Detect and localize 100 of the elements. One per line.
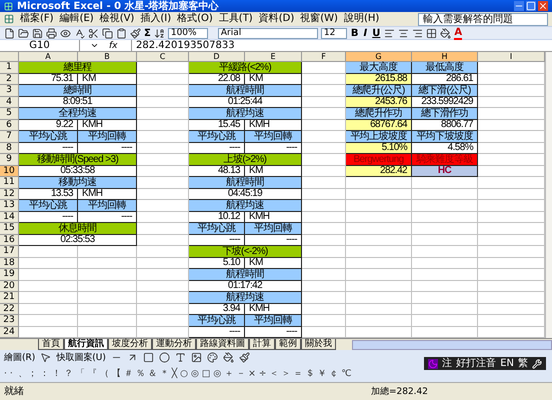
align-right-icon[interactable] xyxy=(412,28,424,38)
row-header[interactable]: 12 xyxy=(0,188,19,200)
symbol-button[interactable]: 『 xyxy=(88,368,97,378)
symbol-button[interactable]: ＝ xyxy=(293,368,302,378)
column-header[interactable]: B xyxy=(78,52,137,62)
oval-icon[interactable] xyxy=(158,352,170,363)
row-header[interactable]: 22 xyxy=(0,304,19,315)
symbol-button[interactable]: ％ xyxy=(136,368,145,378)
row-header[interactable]: 10 xyxy=(0,166,19,177)
row-header[interactable]: 19 xyxy=(0,269,19,280)
symbol-button[interactable]: ＋ xyxy=(224,368,234,378)
row-header[interactable]: 17 xyxy=(0,246,19,258)
line-color-icon[interactable] xyxy=(238,352,250,363)
ime-language[interactable]: EN xyxy=(500,358,514,369)
row-header[interactable]: 2 xyxy=(0,74,19,85)
row-header[interactable]: 11 xyxy=(0,177,19,188)
folder-icon[interactable] xyxy=(18,28,29,38)
sheet-tab[interactable]: 航行資訊 xyxy=(64,339,108,350)
font-size-select[interactable]: 12 xyxy=(320,28,347,38)
symbol-button[interactable]: （ xyxy=(100,368,109,378)
symbol-button[interactable]: ？ xyxy=(64,368,73,378)
row-header[interactable]: 18 xyxy=(0,258,19,269)
brush-icon[interactable] xyxy=(130,28,141,38)
palette-icon[interactable] xyxy=(206,352,218,363)
symbol-button[interactable]: ‧ xyxy=(10,368,13,378)
new-file-icon[interactable] xyxy=(4,28,15,38)
symbol-button[interactable]: ； xyxy=(28,368,37,378)
menu-item[interactable]: 工具(T) xyxy=(218,13,253,25)
row-header[interactable]: 7 xyxy=(0,131,19,142)
preview-icon[interactable] xyxy=(60,28,71,38)
symbol-button[interactable]: ￥ xyxy=(317,368,326,378)
fill-color-icon[interactable] xyxy=(222,352,234,363)
format-button[interactable]: U xyxy=(371,28,382,38)
ime-name[interactable]: 好打注音 xyxy=(456,358,496,369)
menu-item[interactable]: 格式(O) xyxy=(177,13,213,25)
tool-icon[interactable] xyxy=(532,358,542,368)
symbol-button[interactable]: ＞ xyxy=(281,368,290,378)
paste-icon[interactable] xyxy=(116,28,127,38)
symbol-button[interactable]: ＄ xyxy=(305,368,314,378)
symbol-button[interactable]: ＃ xyxy=(124,368,133,378)
symbol-button[interactable]: ＆ xyxy=(148,368,157,378)
symbol-button[interactable]: ○ xyxy=(180,368,188,378)
menu-item[interactable]: 插入(I) xyxy=(140,13,172,25)
printer-icon[interactable] xyxy=(46,28,57,38)
column-header[interactable]: D xyxy=(189,52,245,62)
menu-item[interactable]: 視窗(W) xyxy=(300,13,338,25)
symbol-button[interactable]: × xyxy=(248,368,256,378)
row-header[interactable]: 4 xyxy=(0,96,19,108)
column-header[interactable]: I xyxy=(478,52,545,62)
symbol-button[interactable]: ＜ xyxy=(269,368,278,378)
symbol-button[interactable]: ◎ xyxy=(213,368,222,378)
column-header[interactable]: E xyxy=(245,52,302,62)
font-select[interactable]: Arial xyxy=(218,28,318,38)
row-header[interactable]: 23 xyxy=(0,315,19,326)
copy-icon[interactable] xyxy=(102,28,113,38)
align-left-icon[interactable] xyxy=(384,28,396,38)
zoom-select[interactable]: 100% xyxy=(168,28,208,38)
draw-menu[interactable]: 繪圖(R) xyxy=(4,352,36,362)
format-button[interactable]: I xyxy=(362,28,368,38)
sort-icon[interactable] xyxy=(154,28,165,38)
symbol-button[interactable]: ℃ xyxy=(341,368,352,378)
row-header[interactable]: 5 xyxy=(0,108,19,120)
row-header[interactable]: 6 xyxy=(0,120,19,131)
menu-item[interactable]: 編輯(E) xyxy=(60,13,94,25)
row-header[interactable]: 3 xyxy=(0,85,19,96)
column-header[interactable]: A xyxy=(19,52,78,62)
autoshapes-menu[interactable]: 快取圖案(U) xyxy=(56,352,106,362)
sheet-tab[interactable]: 首頁 xyxy=(38,339,64,350)
sum-button[interactable]: Σ xyxy=(144,28,151,38)
row-header[interactable]: 21 xyxy=(0,292,19,304)
row-header[interactable]: 16 xyxy=(0,234,19,246)
symbol-button[interactable]: 【 xyxy=(112,368,121,378)
symbol-button[interactable]: □ xyxy=(202,368,210,378)
sheet-tab[interactable]: 運動分析 xyxy=(152,339,196,350)
dropdown-icon[interactable] xyxy=(90,41,99,50)
row-header[interactable]: 14 xyxy=(0,212,19,223)
borders-icon[interactable] xyxy=(426,28,438,38)
symbol-button[interactable]: ！ xyxy=(52,368,61,378)
column-header[interactable]: G xyxy=(346,52,412,62)
minimize-icon[interactable] xyxy=(514,1,524,11)
formula-field[interactable]: 282.420193507833 xyxy=(131,40,552,51)
image-icon[interactable] xyxy=(190,352,202,363)
pointer-icon[interactable] xyxy=(40,352,52,363)
symbol-button[interactable]: ￠ xyxy=(329,368,338,378)
column-header[interactable]: H xyxy=(412,52,478,62)
sheet-tab[interactable]: 關於我 xyxy=(301,339,336,350)
save-icon[interactable] xyxy=(32,28,43,38)
menu-item[interactable]: 說明(H) xyxy=(344,13,380,25)
column-header[interactable]: F xyxy=(302,52,346,62)
menu-item[interactable]: 資料(D) xyxy=(258,13,294,25)
help-field[interactable]: 輸入需要解答的問題 xyxy=(418,12,548,26)
row-header[interactable]: 24 xyxy=(0,326,19,338)
text-box-icon[interactable] xyxy=(174,352,186,363)
name-box[interactable]: G10 xyxy=(0,40,80,51)
sheet-tab[interactable]: 坡度分析 xyxy=(108,339,152,350)
spell-check-icon[interactable] xyxy=(74,28,85,38)
horizontal-scrollbar[interactable] xyxy=(352,340,552,350)
symbol-button[interactable]: － xyxy=(236,368,246,378)
format-button[interactable]: B xyxy=(350,28,360,38)
maximize-icon[interactable] xyxy=(526,1,536,11)
